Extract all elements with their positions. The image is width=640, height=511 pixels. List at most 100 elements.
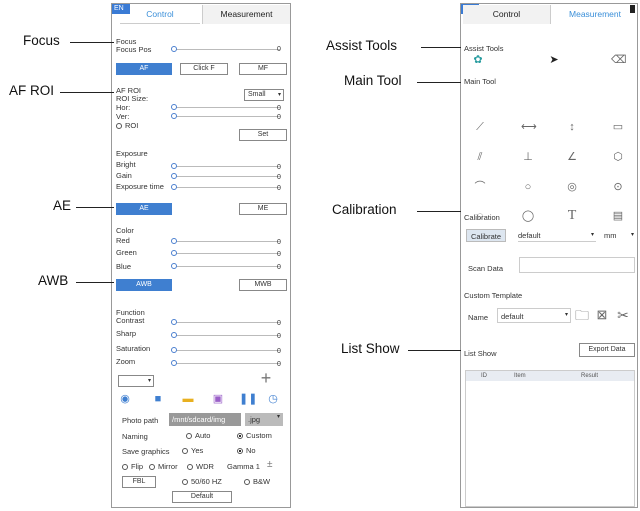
folder-icon[interactable]: ▬ [181, 392, 195, 406]
delete-file-icon[interactable]: ⊠ [595, 308, 609, 322]
line-icon[interactable]: ⟋ [473, 120, 487, 134]
eraser-icon[interactable]: ⌫ [611, 53, 627, 67]
zoom-slider[interactable] [174, 363, 280, 364]
hor-slider[interactable] [174, 107, 280, 108]
naming-custom-radio[interactable]: Custom [237, 431, 272, 440]
zoom-label: Zoom [116, 357, 136, 366]
saturation-knob[interactable] [171, 347, 177, 353]
polygon-icon[interactable]: ⬡ [611, 150, 625, 164]
concentric-circle-icon[interactable]: ◎ [565, 180, 579, 194]
function-select[interactable]: ▾ [118, 375, 154, 387]
video-icon[interactable]: ■ [151, 392, 165, 406]
focus-pos-knob[interactable] [171, 46, 177, 52]
new-folder-icon[interactable]: 🗀 [575, 308, 589, 322]
saturation-slider[interactable] [174, 350, 280, 351]
tab-measurement[interactable]: Measurement [202, 5, 290, 24]
awb-button[interactable]: AWB [116, 279, 172, 291]
mwb-button[interactable]: MWB [239, 279, 287, 291]
table-header: ID Item Result [466, 371, 634, 381]
gain-knob[interactable] [171, 173, 177, 179]
blue-slider[interactable] [174, 266, 280, 267]
bw-checkbox[interactable]: B&W [244, 477, 270, 486]
scan-data-input[interactable] [519, 257, 635, 273]
export-data-button[interactable]: Export Data [579, 343, 635, 357]
ver-slider[interactable] [174, 116, 280, 117]
crosshair-icon[interactable]: + [258, 369, 274, 387]
gallery-icon[interactable]: ▣ [211, 392, 225, 406]
default-button[interactable]: Default [172, 491, 232, 503]
ruler-icon[interactable]: ▤ [611, 209, 625, 223]
palette-icon[interactable]: ✿ [471, 53, 485, 67]
exposure-title: Exposure [116, 149, 148, 158]
me-button[interactable]: ME [239, 203, 287, 215]
horizontal-line-icon[interactable]: ⟷ [521, 120, 537, 134]
wdr-checkbox[interactable]: WDR [187, 462, 214, 471]
template-name-value: default [501, 312, 524, 321]
calibrate-button[interactable]: Calibrate [466, 229, 507, 242]
naming-auto-radio[interactable]: Auto [186, 431, 210, 440]
pause-icon[interactable]: ❚❚ [239, 392, 257, 406]
mirror-checkbox[interactable]: Mirror [149, 462, 178, 471]
vertical-line-icon[interactable]: ↕ [565, 120, 579, 134]
tab-measurement[interactable]: Measurement [553, 5, 637, 24]
photo-path-input[interactable]: /mnt/sdcard/img [169, 413, 241, 426]
perpendicular-icon[interactable]: ⊥ [521, 150, 535, 164]
unit-select[interactable]: mm ▾ [604, 229, 634, 242]
saturation-label: Saturation [116, 344, 151, 353]
red-slider[interactable] [174, 241, 280, 242]
blue-knob[interactable] [171, 263, 177, 269]
exposure-time-slider[interactable] [174, 187, 280, 188]
circle-line-icon[interactable]: ◯ [521, 209, 535, 223]
sharp-knob[interactable] [171, 332, 177, 338]
green-slider[interactable] [174, 253, 280, 254]
bright-slider[interactable] [174, 166, 280, 167]
tab-control[interactable]: Control [120, 5, 200, 24]
flip-checkbox[interactable]: Flip [122, 462, 143, 471]
ae-button[interactable]: AE [116, 203, 172, 215]
green-knob[interactable] [171, 250, 177, 256]
hz-checkbox[interactable]: 50/60 HZ [182, 477, 222, 486]
save-yes-radio[interactable]: Yes [182, 446, 203, 455]
parallel-lines-icon[interactable]: ⫽ [473, 150, 487, 164]
tools-icon[interactable]: ✂ [616, 308, 630, 322]
camera-icon[interactable]: ◉ [118, 392, 132, 406]
af-button[interactable]: AF [116, 63, 172, 75]
column-id: ID [481, 373, 487, 379]
circle-icon[interactable]: ○ [521, 180, 535, 194]
gain-slider[interactable] [174, 176, 280, 177]
main-tool-title: Main Tool [464, 77, 496, 86]
exposure-time-knob[interactable] [171, 184, 177, 190]
click-f-button[interactable]: Click F [180, 63, 228, 75]
contrast-slider[interactable] [174, 322, 280, 323]
ver-knob[interactable] [171, 113, 177, 119]
save-no-radio[interactable]: No [237, 446, 256, 455]
point-circle-icon[interactable]: ⊙ [611, 180, 625, 194]
contrast-knob[interactable] [171, 319, 177, 325]
red-knob[interactable] [171, 238, 177, 244]
angle-icon[interactable]: ∠ [565, 150, 579, 164]
set-button[interactable]: Set [239, 129, 287, 141]
calibration-select-value: default [518, 231, 541, 240]
arc-icon[interactable]: ⌒ [473, 180, 487, 194]
template-name-select[interactable]: default ▾ [497, 308, 571, 323]
unit-value: mm [604, 231, 617, 240]
tab-control[interactable]: Control [463, 5, 551, 24]
focus-pos-slider[interactable] [174, 49, 280, 50]
gamma-stepper-icon[interactable]: ± [267, 459, 273, 470]
zoom-knob[interactable] [171, 360, 177, 366]
roi-size-select[interactable]: Small ▾ [244, 89, 284, 101]
hor-knob[interactable] [171, 104, 177, 110]
text-icon[interactable]: T [565, 209, 579, 223]
callout-focus: Focus [23, 33, 60, 48]
rectangle-icon[interactable]: ▭ [611, 120, 625, 134]
sharp-slider[interactable] [174, 335, 280, 336]
bright-knob[interactable] [171, 163, 177, 169]
fbl-button[interactable]: FBL [122, 476, 156, 488]
pointer-icon[interactable]: ➤ [547, 53, 561, 67]
mf-button[interactable]: MF [239, 63, 287, 75]
roi-size-label: ROI Size: [116, 94, 149, 103]
clock-icon[interactable]: ◷ [266, 392, 280, 406]
calibration-select[interactable]: default ▾ [518, 229, 596, 242]
photo-ext-select[interactable]: .jpg ▾ [245, 413, 283, 426]
roi-radio[interactable]: ROI [116, 121, 138, 130]
